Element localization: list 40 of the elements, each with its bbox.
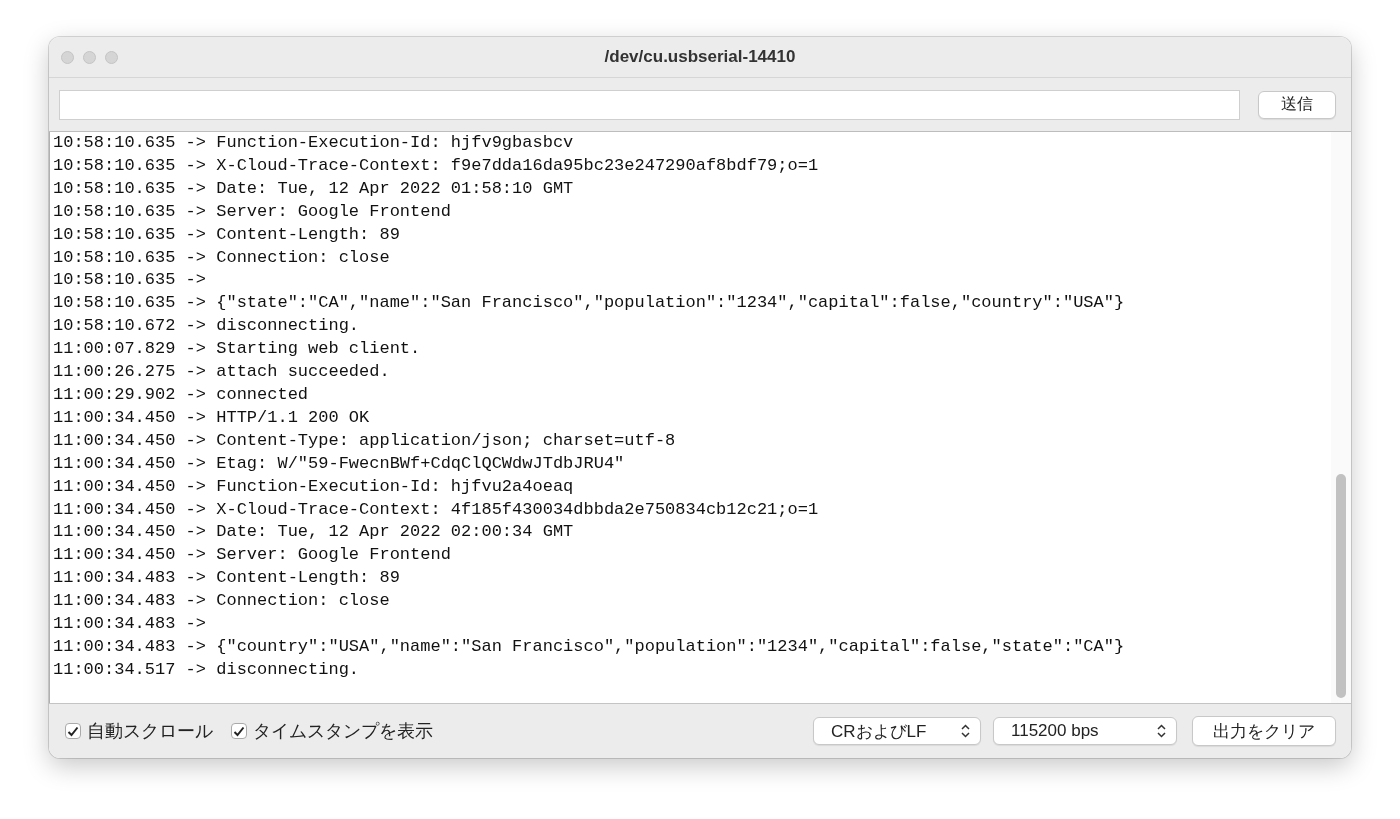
baud-rate-dropdown[interactable]: 115200 bps: [993, 717, 1177, 745]
log-line: 11:00:34.483 -> {"country":"USA","name":"San Francisco","population":"1234","capital":false,"state":"CA"}: [53, 635, 1125, 658]
log-line: 11:00:34.450 -> Server: Google Frontend: [53, 544, 451, 567]
log-line: 10:58:10.635 -> Content-Length: 89: [53, 223, 400, 246]
log-line: 10:58:10.635 -> Date: Tue, 12 Apr 2022 01:58:10 GMT: [53, 177, 574, 200]
log-line: 11:00:34.450 -> Content-Type: application/json; charset=utf-8: [53, 429, 676, 452]
window-control-button[interactable]: [105, 50, 118, 64]
option-checkbox[interactable]: 自動スクロール: [65, 719, 213, 743]
log-line: 11:00:34.483 -> Connection: close: [53, 590, 390, 613]
log-line: 11:00:34.517 -> disconnecting.: [53, 658, 360, 681]
log-line: 10:58:10.635 -> Function-Execution-Id: hjfv9gbasbcv: [53, 132, 574, 154]
message-input-field[interactable]: [59, 89, 1240, 120]
log-line: 11:00:34.483 -> Content-Length: 89: [53, 567, 400, 590]
window-control-button[interactable]: [83, 50, 96, 64]
updown-chevron-icon: [1157, 724, 1166, 738]
window-title: /dev/cu.usbserial-14410: [604, 47, 796, 66]
log-line: 11:00:34.450 -> Etag: W/"59-FwecnBWf+CdqClQCWdwJTdbJRU4": [53, 452, 625, 475]
updown-chevron-icon: [961, 724, 970, 738]
log-line: 11:00:34.483 ->: [53, 613, 207, 636]
log-line: 11:00:34.450 -> X-Cloud-Trace-Context: 4f185f430034dbbda2e750834cb12c21;o=1: [53, 498, 819, 521]
line-ending-dropdown[interactable]: CRおよびLF: [813, 717, 981, 745]
window-control-button[interactable]: [61, 50, 74, 64]
log-line: 10:58:10.635 -> Server: Google Frontend: [53, 200, 451, 223]
log-line: 10:58:10.672 -> disconnecting.: [53, 315, 360, 338]
send-button[interactable]: 送信: [1258, 90, 1336, 119]
log-line: 11:00:26.275 -> attach succeeded.: [53, 361, 390, 384]
log-line: 10:58:10.635 -> {"state":"CA","name":"San Francisco","population":"1234","capital":false,"country":"USA"}: [53, 292, 1125, 315]
log-line: 11:00:34.450 -> HTTP/1.1 200 OK: [53, 406, 370, 429]
log-line: 11:00:07.829 -> Starting web client.: [53, 338, 421, 361]
checkmark-icon: [67, 725, 79, 737]
clear-output-button[interactable]: 出力をクリア: [1192, 716, 1336, 746]
log-line: 11:00:34.450 -> Function-Execution-Id: hjfvu2a4oeaq: [53, 475, 574, 498]
log-line: 10:58:10.635 -> X-Cloud-Trace-Context: f9e7dda16da95bc23e247290af8bdf79;o=1: [53, 154, 819, 177]
log-line: 11:00:34.450 -> Date: Tue, 12 Apr 2022 02:00:34 GMT: [53, 521, 574, 544]
log-line: 10:58:10.635 ->: [53, 269, 207, 292]
log-line: 11:00:29.902 -> connected: [53, 383, 309, 406]
scrollbar-thumb[interactable]: [1336, 474, 1346, 698]
checkmark-icon: [233, 725, 245, 737]
log-line: 10:58:10.635 -> Connection: close: [53, 246, 390, 269]
option-checkbox[interactable]: タイムスタンプを表示: [231, 719, 433, 743]
